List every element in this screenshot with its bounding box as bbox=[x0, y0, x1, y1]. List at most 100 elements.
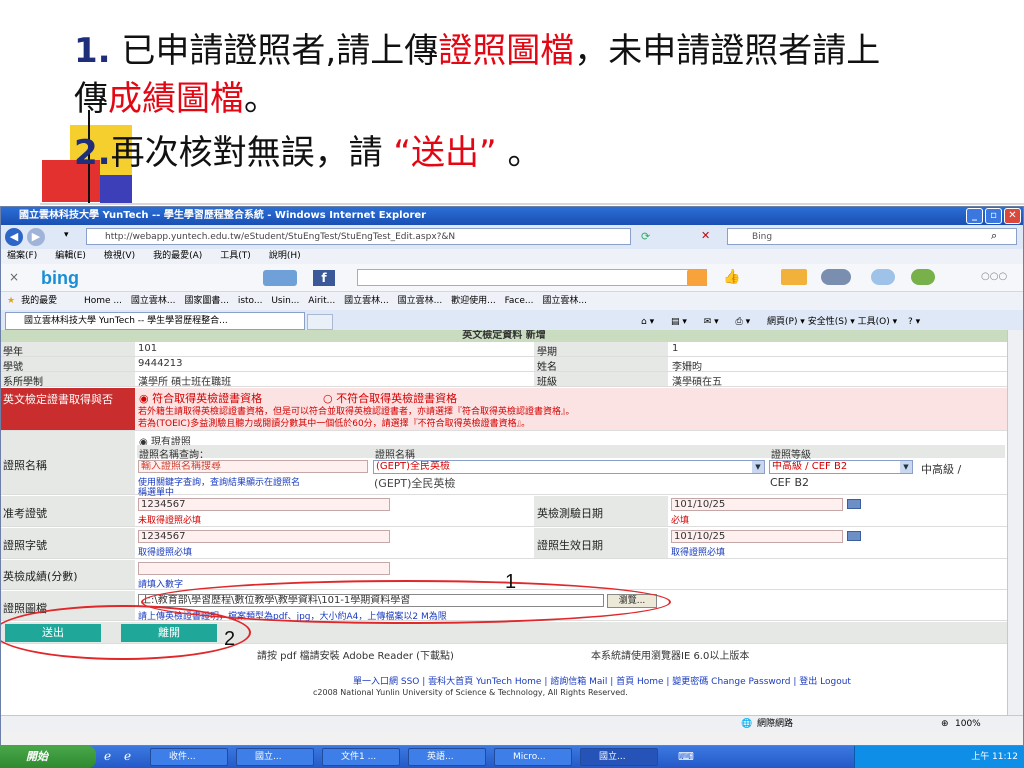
cert-query-input[interactable]: 輸入證照名稱搜尋 bbox=[138, 460, 368, 473]
menu-view[interactable]: 檢視(V) bbox=[104, 251, 135, 261]
favorite-link[interactable]: 國家圖書... bbox=[184, 296, 229, 306]
print-icon[interactable]: ⎙ ▾ bbox=[736, 317, 751, 327]
taskbar-item[interactable]: 收件... bbox=[150, 748, 228, 766]
vertical-scrollbar[interactable] bbox=[1007, 330, 1023, 715]
ticket-value: 1234567 bbox=[141, 499, 186, 510]
bing-toolbar: × bing f 👍 ○○○ bbox=[1, 264, 1023, 292]
more-icon[interactable]: ○○○ bbox=[981, 271, 1007, 282]
score-input[interactable] bbox=[138, 562, 390, 575]
search-icon[interactable]: ⌕ bbox=[991, 229, 997, 243]
command-menus[interactable]: 網頁(P) ▾ 安全性(S) ▾ 工具(O) ▾ bbox=[767, 317, 897, 327]
zoom-icon[interactable]: ⊕ bbox=[941, 716, 949, 732]
adobe-reader-note[interactable]: 請按 pdf 檔請安裝 Adobe Reader (下載點) bbox=[257, 647, 454, 662]
stop-icon[interactable]: ✕ bbox=[701, 229, 710, 242]
help-icon[interactable]: ? ▾ bbox=[908, 317, 920, 327]
cert-level-selected: 中高級 / CEF B2 bbox=[772, 461, 848, 472]
people-icon[interactable] bbox=[911, 269, 935, 285]
ie-quicklaunch-icon[interactable]: ℯ bbox=[104, 749, 111, 763]
cert-no-label: 證照字號 bbox=[3, 539, 47, 552]
slide-instruction-line-3: 2.再次核對無誤，請 “送出” 。 bbox=[74, 129, 541, 177]
step-number: 1. bbox=[74, 31, 111, 71]
maximize-button[interactable]: ▫ bbox=[985, 208, 1002, 224]
bing-search-input[interactable] bbox=[357, 269, 707, 286]
mail-icon[interactable]: ✉ ▾ bbox=[704, 317, 719, 327]
cert-no-input[interactable]: 1234567 bbox=[138, 530, 390, 543]
cert-name-select[interactable]: (GEPT)全民英檢 ▼ bbox=[373, 460, 765, 474]
exam-date-value: 101/10/25 bbox=[674, 499, 726, 510]
minimize-button[interactable]: _ bbox=[966, 208, 983, 224]
instruction-highlight: 送出 bbox=[411, 133, 480, 173]
weather-icon[interactable] bbox=[871, 269, 895, 285]
forward-icon[interactable]: ▶ bbox=[27, 228, 45, 246]
callout-number-1: 1 bbox=[505, 571, 517, 593]
cert-level-select[interactable]: 中高級 / CEF B2 ▼ bbox=[769, 460, 913, 474]
search-input[interactable]: Bing bbox=[727, 228, 1017, 245]
menu-tools[interactable]: 工具(T) bbox=[220, 251, 251, 261]
dept-label: 系所學制 bbox=[3, 377, 43, 388]
favorite-link[interactable]: 國立雲林... bbox=[131, 296, 176, 306]
instruction-highlight: 證照圖檔 bbox=[438, 31, 575, 71]
slide-instruction-line-2: 傳成績圖檔。 bbox=[74, 75, 278, 123]
zoom-level[interactable]: 100% bbox=[955, 716, 981, 732]
student-id-label: 學號 bbox=[3, 362, 23, 373]
start-button[interactable]: 開始 bbox=[0, 746, 96, 768]
taskbar-item[interactable]: 國立... bbox=[236, 748, 314, 766]
taskbar-item[interactable]: Micro... bbox=[494, 748, 572, 766]
bing-star-icon[interactable] bbox=[263, 270, 297, 286]
favorite-link[interactable]: Airit... bbox=[308, 296, 335, 306]
bing-search-button[interactable] bbox=[687, 270, 707, 286]
status-bar: 🌐 網際網路 ⊕ 100% bbox=[1, 715, 1023, 731]
ticket-input[interactable]: 1234567 bbox=[138, 498, 390, 511]
calendar-icon[interactable] bbox=[847, 499, 861, 509]
menu-file[interactable]: 檔案(F) bbox=[7, 251, 37, 261]
taskbar-item[interactable]: 文件1 ... bbox=[322, 748, 400, 766]
menu-help[interactable]: 說明(H) bbox=[269, 251, 301, 261]
menu-bar: 檔案(F) 編輯(E) 檢視(V) 我的最愛(A) 工具(T) 說明(H) bbox=[1, 249, 1023, 264]
cert-no-note: 取得證照必填 bbox=[138, 548, 193, 558]
cert-query-text: 輸入證照名稱搜尋 bbox=[141, 461, 221, 472]
chevron-down-icon[interactable]: ▾ bbox=[64, 230, 69, 240]
grade-value: 101 bbox=[138, 343, 158, 354]
favorite-link[interactable]: 國立雲林... bbox=[398, 296, 443, 306]
back-icon[interactable]: ◀ bbox=[5, 228, 23, 246]
effective-date-input[interactable]: 101/10/25 bbox=[671, 530, 843, 543]
favorite-link[interactable]: Usin... bbox=[271, 296, 299, 306]
home-icon[interactable]: ⌂ ▾ bbox=[641, 317, 654, 327]
taskbar-item[interactable]: 英語... bbox=[408, 748, 486, 766]
exam-date-note: 必填 bbox=[671, 516, 690, 526]
address-bar[interactable]: http://webapp.yuntech.edu.tw/eStudent/St… bbox=[86, 228, 631, 245]
favorite-link[interactable]: Face... bbox=[505, 296, 534, 306]
menu-favorites[interactable]: 我的最愛(A) bbox=[153, 251, 202, 261]
exam-date-input[interactable]: 101/10/25 bbox=[671, 498, 843, 511]
facebook-icon[interactable]: f bbox=[313, 270, 335, 286]
video-icon[interactable] bbox=[821, 269, 851, 285]
keyboard-icon[interactable]: ⌨ bbox=[678, 750, 694, 763]
favorite-link[interactable]: Home ... bbox=[84, 296, 122, 306]
favorite-link[interactable]: isto... bbox=[238, 296, 263, 306]
news-icon[interactable] bbox=[781, 269, 807, 285]
clock[interactable]: 上午 11:12 bbox=[971, 752, 1018, 762]
tab-active[interactable]: 國立雲林科技大學 YunTech -- 學生學習歷程整合... bbox=[5, 312, 305, 330]
calendar-icon[interactable] bbox=[847, 531, 861, 541]
cert-name-selected: (GEPT)全民英檢 bbox=[376, 461, 451, 472]
refresh-icon[interactable]: ⟳ bbox=[641, 230, 650, 243]
like-icon[interactable]: 👍 bbox=[723, 269, 740, 285]
feeds-icon[interactable]: ▤ ▾ bbox=[671, 317, 687, 327]
taskbar-item-active[interactable]: 國立... bbox=[580, 748, 658, 766]
cert-no-value: 1234567 bbox=[141, 531, 186, 542]
student-id-value: 9444213 bbox=[138, 358, 183, 369]
step-number: 2. bbox=[74, 133, 111, 173]
taskbar-item-label: 文件1 ... bbox=[341, 752, 377, 762]
favorites-bar: ★ 我的最愛 Home ... 國立雲林... 國家圖書... isto... U… bbox=[1, 292, 1023, 310]
favorite-link[interactable]: 國立雲林... bbox=[542, 296, 587, 306]
favorite-link[interactable]: 國立雲林... bbox=[344, 296, 389, 306]
footer-links[interactable]: 單一入口網 SSO | 雲科大首頁 YunTech Home | 諮詢信箱 Ma… bbox=[353, 674, 851, 687]
favorite-link[interactable]: 歡迎使用... bbox=[451, 296, 496, 306]
highlight-ellipse-2 bbox=[1, 605, 251, 660]
close-icon[interactable]: × bbox=[9, 270, 19, 284]
favorites-label[interactable]: 我的最愛 bbox=[21, 296, 57, 306]
new-tab-button[interactable] bbox=[307, 314, 333, 330]
close-button[interactable]: ✕ bbox=[1004, 208, 1021, 224]
ie-quicklaunch-icon[interactable]: ℯ bbox=[124, 749, 131, 763]
menu-edit[interactable]: 編輯(E) bbox=[55, 251, 86, 261]
